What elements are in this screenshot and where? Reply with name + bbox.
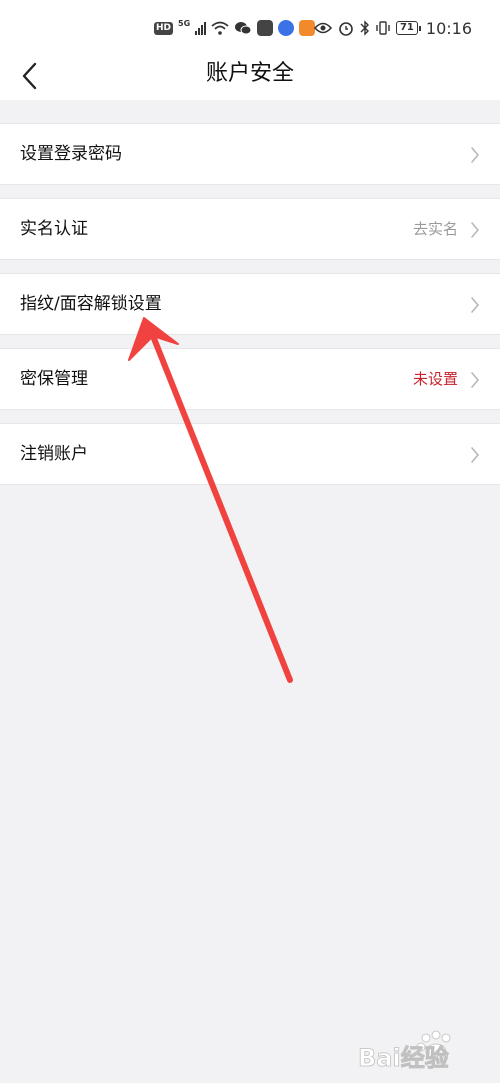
setting-row-biometric-unlock[interactable]: 指纹/面容解锁设置 [0,273,500,335]
setting-row-delete-account[interactable]: 注销账户 [0,423,500,485]
watermark-text: Bai经验 [358,1044,449,1072]
chevron-right-icon [471,372,479,388]
row-label: 注销账户 [20,444,88,464]
battery-icon: 71 [395,21,421,35]
baidu-watermark-logo: Bai经验 [358,1030,451,1072]
status-bar: HD 5G 71 10:16 [0,0,500,56]
wifi-icon [211,21,229,35]
alarm-icon [339,22,353,36]
clock-time: 10:16 [425,18,472,38]
chevron-right-icon [471,297,479,313]
network-type-label: 5G [178,18,191,28]
browser-app-icon [278,20,295,36]
wechat-icon [235,22,252,35]
status-icons-left: HD 5G [154,17,316,39]
status-icons-right: 71 10:16 [313,17,472,39]
video-app-icon [299,20,316,36]
row-label: 密保管理 [20,369,88,389]
setting-row-login-password[interactable]: 设置登录密码 [0,123,500,185]
navigation-bar: 账户安全 [0,56,500,100]
page-title: 账户安全 [205,61,294,86]
bluetooth-icon [360,20,369,36]
chevron-right-icon [471,222,479,238]
row-label: 设置登录密码 [20,144,122,164]
setting-row-security-questions[interactable]: 密保管理 未设置 [0,348,500,410]
signal-icon [195,21,207,35]
row-label: 指纹/面容解锁设置 [20,294,162,314]
eye-icon [313,22,332,34]
setting-row-real-name[interactable]: 实名认证 去实名 [0,198,500,260]
chevron-right-icon [471,147,479,163]
chevron-right-icon [471,447,479,463]
mail-app-icon [257,20,274,36]
hd-badge: HD [154,21,174,35]
vibrate-icon [376,21,390,35]
row-value-warning: 未设置 [412,370,458,388]
row-value: 去实名 [412,220,458,238]
row-label: 实名认证 [20,219,88,239]
